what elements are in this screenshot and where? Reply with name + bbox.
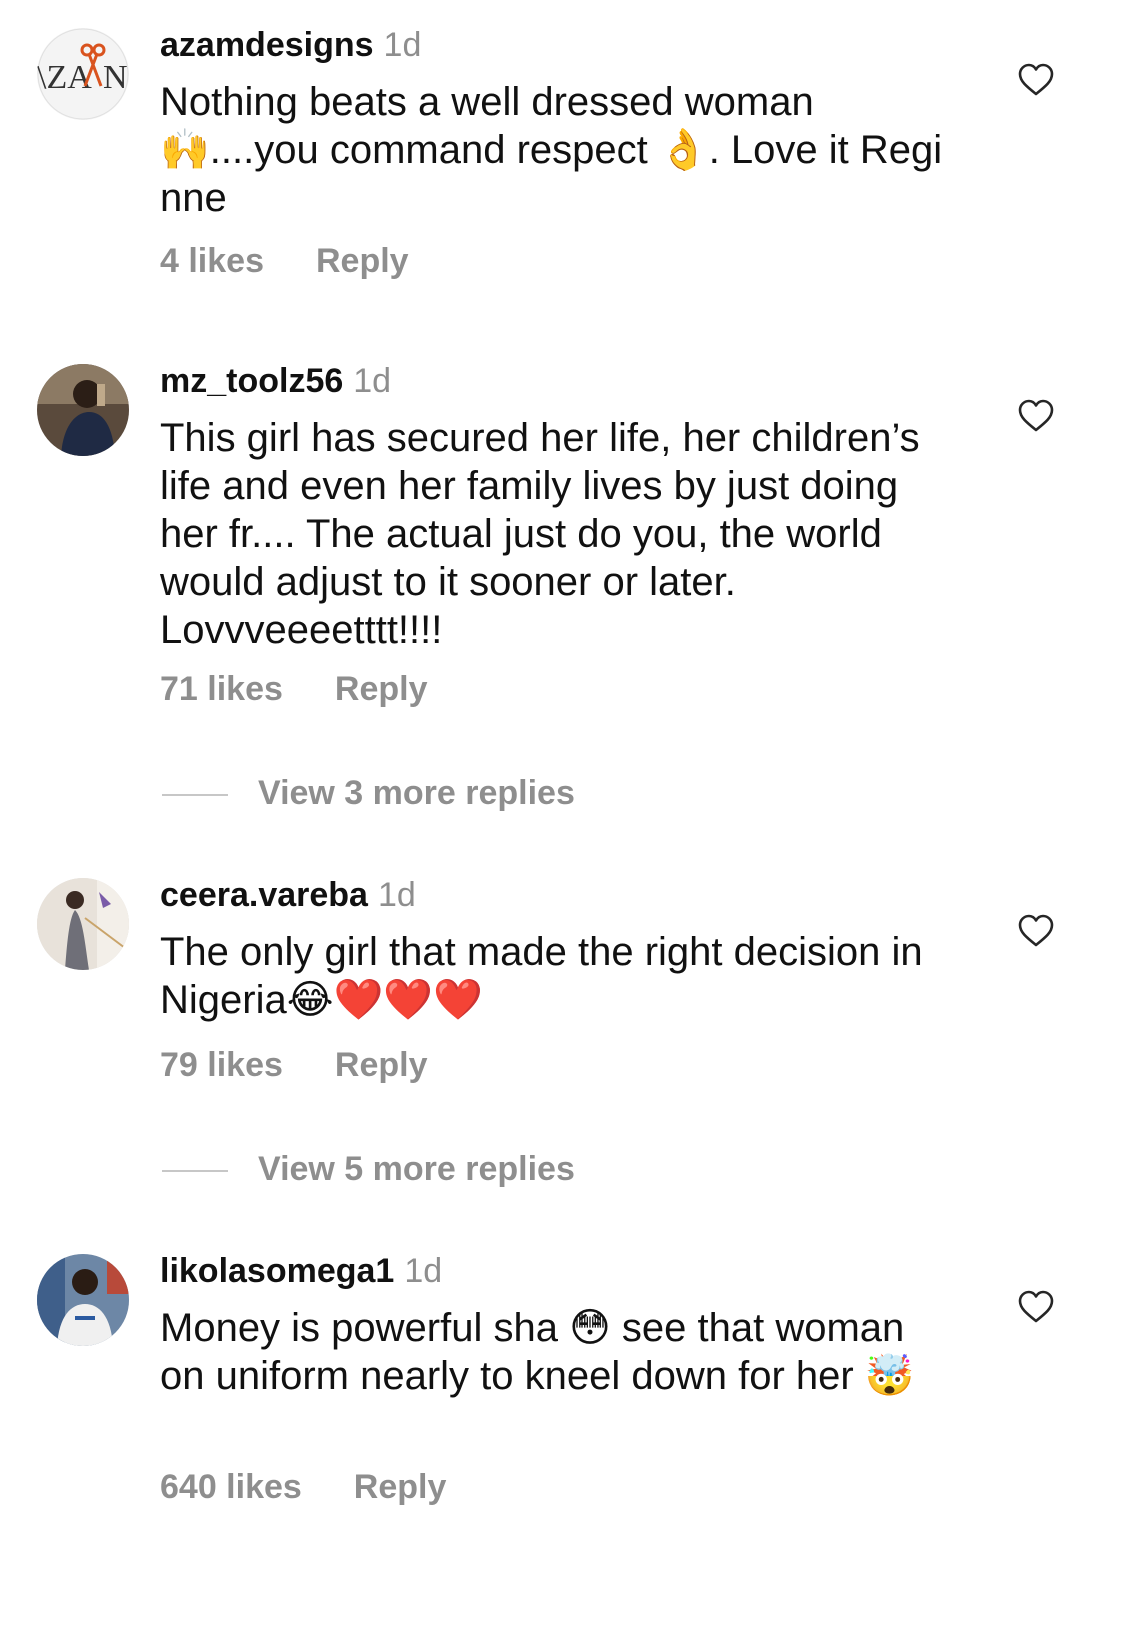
like-heart-icon[interactable] [1018, 914, 1054, 948]
reply-button[interactable]: Reply [335, 1046, 428, 1084]
svg-text:\ZA: \ZA [37, 59, 92, 96]
like-heart-icon[interactable] [1018, 399, 1054, 433]
azam-logo-icon: \ZA N [37, 28, 129, 120]
comment-text: This girl has secured her life, her chil… [160, 416, 920, 652]
comment-username[interactable]: mz_toolz56 [160, 362, 343, 400]
comment-username[interactable]: ceera.vareba [160, 876, 368, 914]
view-more-replies-label[interactable]: View 3 more replies [258, 774, 575, 813]
comment-text: The only girl that made the right decisi… [160, 930, 923, 1022]
comment-time: 1d [353, 362, 392, 400]
comment-username[interactable]: azamdesigns [160, 26, 374, 64]
profile-photo-icon [37, 364, 129, 456]
view-more-replies-label[interactable]: View 5 more replies [258, 1150, 575, 1189]
likes-count[interactable]: 71 likes [160, 670, 283, 708]
reply-button[interactable]: Reply [335, 670, 428, 708]
like-heart-icon[interactable] [1018, 1290, 1054, 1324]
comment-text: Money is powerful sha 😳 see that woman o… [160, 1306, 915, 1398]
likes-count[interactable]: 4 likes [160, 242, 264, 280]
avatar[interactable] [37, 878, 129, 970]
comment-username[interactable]: likolasomega1 [160, 1252, 394, 1290]
likes-count[interactable]: 640 likes [160, 1468, 302, 1506]
comment-time: 1d [383, 26, 422, 64]
divider-line [162, 794, 228, 796]
comment-time: 1d [404, 1252, 443, 1290]
reply-button[interactable]: Reply [316, 242, 409, 280]
reply-button[interactable]: Reply [354, 1468, 447, 1506]
avatar[interactable]: \ZA N [37, 28, 129, 120]
profile-photo-icon [37, 1254, 129, 1346]
like-heart-icon[interactable] [1018, 63, 1054, 97]
profile-photo-icon [37, 878, 129, 970]
svg-text:N: N [103, 59, 128, 96]
comment-text: Nothing beats a well dressed woman 🙌....… [160, 80, 943, 220]
likes-count[interactable]: 79 likes [160, 1046, 283, 1084]
comment-time: 1d [377, 876, 416, 914]
avatar[interactable] [37, 364, 129, 456]
avatar[interactable] [37, 1254, 129, 1346]
divider-line [162, 1170, 228, 1172]
